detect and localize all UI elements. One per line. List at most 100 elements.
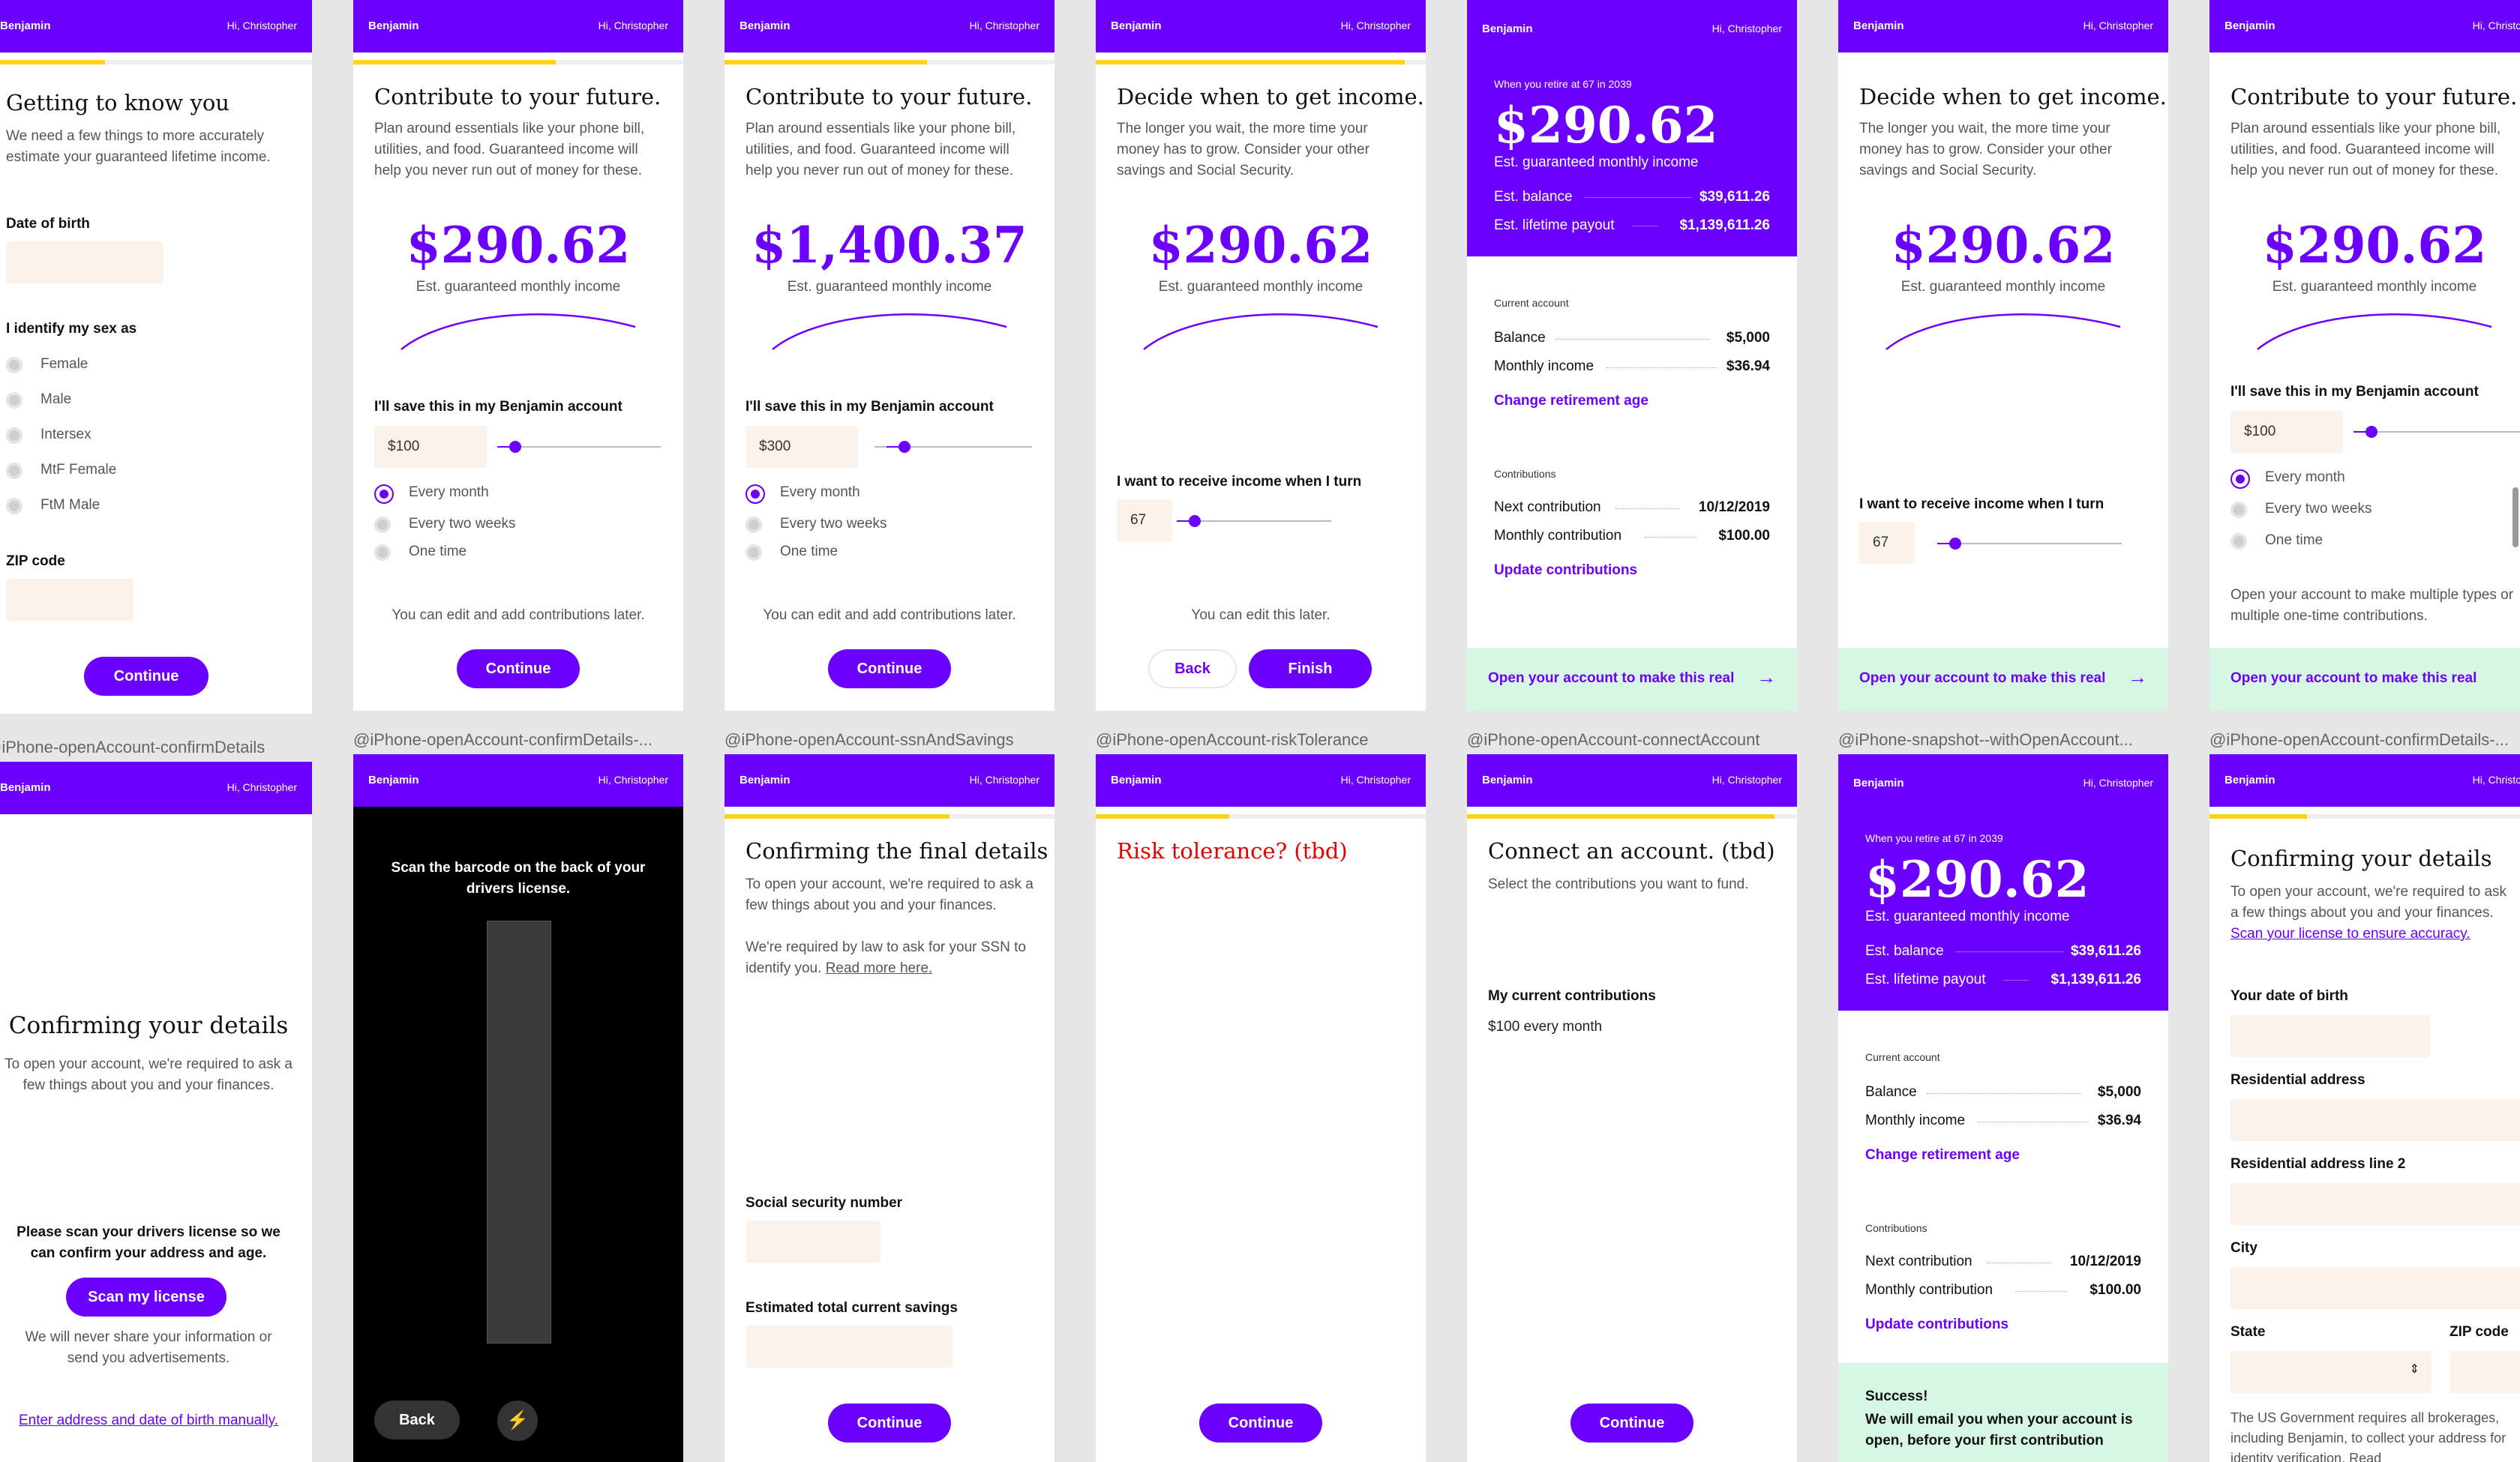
continue-button[interactable]: Continue <box>1199 1404 1322 1443</box>
continue-button[interactable]: Continue <box>828 1404 951 1443</box>
radio-one-time[interactable] <box>746 544 762 561</box>
scrollbar[interactable] <box>2512 487 2518 547</box>
arrow-right-icon: → <box>1756 666 1776 688</box>
brand-logo: Benjamin <box>2224 19 2276 32</box>
brand-logo: Benjamin <box>1111 774 1162 786</box>
back-button[interactable]: Back <box>374 1401 460 1440</box>
radio-label: MtF Female <box>40 462 117 478</box>
dob-field[interactable] <box>2230 1015 2430 1057</box>
artboard-caption: @iPhone-openAccount-confirmDetails <box>0 738 266 756</box>
radio-intersex[interactable] <box>6 427 22 444</box>
radio-every-two-weeks[interactable] <box>374 517 391 533</box>
radio-label: Every month <box>2265 469 2345 485</box>
radio-every-two-weeks[interactable] <box>746 517 762 533</box>
brand-logo: Benjamin <box>1482 774 1533 786</box>
flash-icon[interactable]: ⚡ <box>497 1401 538 1441</box>
address2-field[interactable] <box>2230 1183 2520 1225</box>
edit-later-note: You can edit and add contributions later… <box>392 607 645 623</box>
radio-label: Every two weeks <box>409 516 516 532</box>
open-account-banner[interactable]: Open your account to make this real→ <box>1838 648 2168 711</box>
read-more-link[interactable]: Read more here. <box>826 960 933 976</box>
brand-logo: Benjamin <box>2224 774 2276 786</box>
radio-every-month[interactable] <box>374 484 394 504</box>
open-account-banner[interactable]: Open your account to make this real→ <box>1467 648 1797 711</box>
artboard-caption: @iPhone-openAccount-confirmDetails-... <box>2210 730 2509 749</box>
screen-decide-when-open: Benjamin Hi, Christopher Decide when to g… <box>1838 0 2168 711</box>
brand-logo: Benjamin <box>368 19 419 32</box>
greeting: Hi, Christopher <box>598 774 668 786</box>
radio-one-time[interactable] <box>2230 533 2247 550</box>
zip-field[interactable] <box>6 579 134 621</box>
radio-every-month[interactable] <box>746 484 765 504</box>
age-slider-track[interactable] <box>1189 520 1331 522</box>
radio-ftm-male[interactable] <box>6 498 22 514</box>
address-field[interactable] <box>2230 1099 2520 1141</box>
contribution-option[interactable]: $100 every month <box>1488 1017 1780 1038</box>
address2-label: Residential address line 2 <box>2230 1156 2406 1172</box>
radio-every-two-weeks[interactable] <box>2230 502 2247 518</box>
greeting: Hi, Christopher <box>598 19 668 31</box>
zip-field[interactable] <box>2450 1351 2520 1393</box>
contribution-amount-input[interactable]: $100 <box>374 426 487 468</box>
contribution-slider-handle[interactable] <box>886 441 910 453</box>
progress-bar <box>724 814 1054 819</box>
dob-field[interactable] <box>6 241 164 283</box>
intro-text: Plan around essentials like your phone b… <box>2230 121 2501 178</box>
greeting: Hi, Christopher <box>1712 774 1782 786</box>
summary-card: Benjamin Hi, Christopher When you retire… <box>1838 754 2168 1011</box>
scan-license-link[interactable]: Scan your license to ensure accuracy. <box>2230 924 2520 945</box>
retirement-age-input[interactable]: 67 <box>1859 522 1915 564</box>
app-header: Benjamin Hi, Christopher <box>1096 754 1426 807</box>
state-select[interactable]: ⇕ <box>2230 1351 2432 1393</box>
brand-logo: Benjamin <box>740 774 790 786</box>
app-header: Benjamin Hi, Christopher <box>2210 0 2520 52</box>
artboard-caption: @iPhone-openAccount-riskTolerance <box>1096 730 1369 749</box>
contribution-slider-handle[interactable] <box>497 441 521 453</box>
age-slider-track[interactable] <box>1949 543 2122 544</box>
contribution-slider-track[interactable] <box>503 446 661 448</box>
page-title: Contribute to your future. <box>746 84 1033 109</box>
monthly-income-amount: $290.62 <box>1148 216 1373 274</box>
radio-mtf-female[interactable] <box>6 463 22 479</box>
greeting: Hi, Christopher <box>969 19 1040 31</box>
age-slider-handle[interactable] <box>1177 515 1201 527</box>
update-contributions-link[interactable]: Update contributions <box>1865 1317 2008 1333</box>
continue-button[interactable]: Continue <box>1570 1404 1694 1443</box>
radio-every-month[interactable] <box>2230 469 2250 489</box>
retirement-age-input[interactable]: 67 <box>1117 499 1172 541</box>
radio-female[interactable] <box>6 357 22 373</box>
continue-button[interactable]: Continue <box>828 649 951 688</box>
contribution-slider-track[interactable] <box>2360 431 2520 433</box>
contribution-amount-input[interactable]: $100 <box>2230 411 2343 453</box>
age-slider-handle[interactable] <box>1937 538 1961 550</box>
change-retirement-age-link[interactable]: Change retirement age <box>1494 393 1648 409</box>
continue-button[interactable]: Continue <box>84 657 208 696</box>
ssn-field[interactable] <box>746 1221 880 1263</box>
radio-label: One time <box>409 544 467 559</box>
intro-text: We need a few things to more accurately … <box>6 128 271 165</box>
manual-entry-link[interactable]: Enter address and date of birth manually… <box>0 1413 312 1429</box>
back-button[interactable]: Back <box>1148 649 1237 688</box>
city-field[interactable] <box>2230 1267 2520 1309</box>
continue-button[interactable]: Continue <box>457 649 580 688</box>
scan-license-button[interactable]: Scan my license <box>66 1278 226 1317</box>
artboard-caption: @iPhone-openAccount-confirmDetails-... <box>353 730 652 749</box>
change-retirement-age-link[interactable]: Change retirement age <box>1865 1147 2020 1164</box>
monthly-income-amount: $1,400.37 <box>752 216 1028 274</box>
radio-one-time[interactable] <box>374 544 391 561</box>
est-balance-value: $39,611.26 <box>2070 943 2141 959</box>
est-lifetime-value: $1,139,611.26 <box>1679 217 1770 233</box>
contribution-amount-input[interactable]: $300 <box>746 426 858 468</box>
radio-male[interactable] <box>6 392 22 409</box>
open-account-banner[interactable]: Open your account to make this real→ <box>2210 648 2520 711</box>
monthly-income-amount: $290.62 <box>406 216 631 274</box>
radio-label: Male <box>40 391 72 407</box>
greeting: Hi, Christopher <box>2083 19 2153 31</box>
brand-logo: Benjamin <box>368 774 419 786</box>
screen-snapshot: Benjamin Hi, Christopher When you retire… <box>1467 0 1797 711</box>
finish-button[interactable]: Finish <box>1249 649 1372 688</box>
savings-field[interactable] <box>746 1326 952 1368</box>
update-contributions-link[interactable]: Update contributions <box>1494 562 1637 579</box>
intro-text: Plan around essentials like your phone b… <box>746 121 1016 178</box>
contribution-slider-handle[interactable] <box>2354 426 2378 438</box>
